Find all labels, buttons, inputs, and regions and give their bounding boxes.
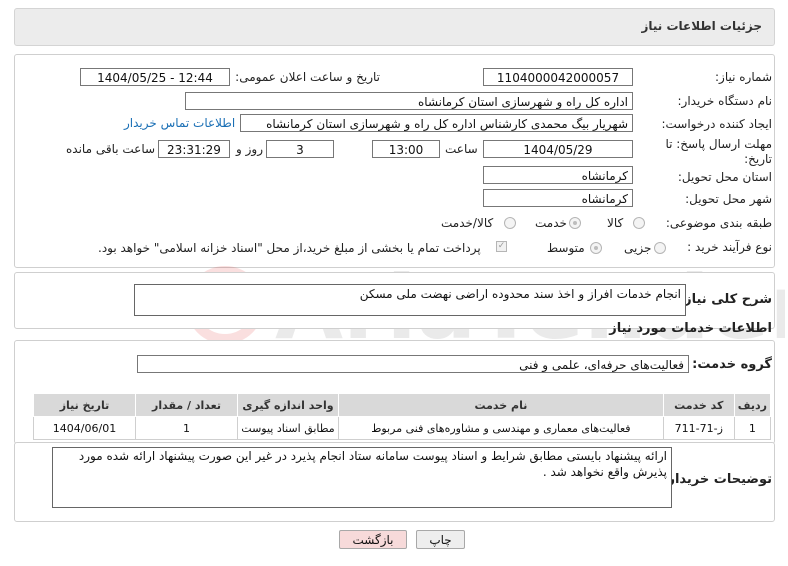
cell-service-code: ز-71-711 bbox=[662, 416, 735, 440]
services-table-header: ردیف کد خدمت نام خدمت واحد اندازه گیری ت… bbox=[33, 393, 772, 417]
services-table: ردیف کد خدمت نام خدمت واحد اندازه گیری ت… bbox=[33, 393, 772, 440]
remaining-time-field[interactable]: 23:31:29 bbox=[158, 140, 230, 158]
cell-row-number: 1 bbox=[733, 416, 772, 440]
buyer-notes-label: توضیحات خریدار: bbox=[662, 472, 772, 487]
category-option-goods: کالا bbox=[607, 216, 624, 230]
process-label: نوع فرآیند خرید : bbox=[687, 240, 772, 254]
col-quantity: تعداد / مقدار bbox=[135, 393, 238, 417]
summary-label: شرح کلی نیاز: bbox=[678, 292, 772, 307]
deadline-label: مهلت ارسال پاسخ: تا تاریخ: bbox=[665, 137, 772, 166]
deadline-time-field[interactable]: 13:00 bbox=[372, 140, 440, 158]
page-title: جزئیات اطلاعات نیاز bbox=[641, 19, 762, 33]
buyer-org-field[interactable]: اداره کل راه و شهرسازی استان کرمانشاه bbox=[185, 92, 633, 110]
process-option-medium: متوسط bbox=[547, 241, 585, 255]
buyer-notes-text: ارائه پیشنهاد بایستی مطابق شرایط و اسناد… bbox=[78, 449, 667, 479]
page-header: جزئیات اطلاعات نیاز bbox=[14, 8, 775, 46]
print-button[interactable]: چاپ bbox=[416, 530, 465, 549]
process-minor-radio[interactable] bbox=[654, 242, 666, 254]
process-medium-radio[interactable] bbox=[590, 242, 602, 254]
category-option-service: خدمت bbox=[535, 216, 567, 230]
province-label: استان محل تحویل: bbox=[677, 170, 772, 184]
cell-need-date: 1404/06/01 bbox=[33, 416, 136, 440]
announce-field[interactable]: 1404/05/25 - 12:44 bbox=[80, 68, 230, 86]
city-field[interactable]: کرمانشاه bbox=[483, 189, 633, 207]
city-label: شهر محل تحویل: bbox=[685, 192, 772, 206]
category-label: طبقه بندی موضوعی: bbox=[665, 216, 772, 230]
buyer-contact-link[interactable]: اطلاعات تماس خریدار bbox=[124, 116, 235, 130]
summary-text: انجام خدمات افراز و اخذ سند محدوده اراضی… bbox=[359, 287, 681, 301]
col-need-date: تاریخ نیاز bbox=[33, 393, 136, 417]
category-option-both: کالا/خدمت bbox=[441, 216, 494, 230]
creator-label: ایجاد کننده درخواست: bbox=[661, 117, 772, 131]
cell-service-name: فعالیت‌های معماری و مهندسی و مشاوره‌های … bbox=[338, 416, 664, 440]
creator-field[interactable]: شهریار بیگ محمدی کارشناس اداره کل راه و … bbox=[240, 114, 633, 132]
col-unit: واحد اندازه گیری bbox=[237, 393, 339, 417]
back-button[interactable]: بازگشت bbox=[339, 530, 407, 549]
need-number-field[interactable]: 1104000042000057 bbox=[483, 68, 633, 86]
col-row-number: ردیف bbox=[733, 393, 772, 417]
cell-unit: مطابق اسناد پیوست bbox=[237, 416, 339, 440]
buyer-notes-textarea[interactable]: ارائه پیشنهاد بایستی مطابق شرایط و اسناد… bbox=[52, 447, 672, 508]
service-group-label: گروه خدمت: bbox=[692, 357, 772, 372]
days-field[interactable]: 3 bbox=[266, 140, 334, 158]
summary-textarea[interactable]: انجام خدمات افراز و اخذ سند محدوده اراضی… bbox=[134, 284, 686, 316]
process-option-minor: جزیی bbox=[624, 241, 652, 255]
treasury-payment-checkbox[interactable]: ✓ bbox=[496, 241, 507, 252]
category-goods-radio[interactable] bbox=[633, 217, 645, 229]
col-service-code: کد خدمت bbox=[662, 393, 735, 417]
cell-quantity: 1 bbox=[135, 416, 238, 440]
days-label: روز و bbox=[236, 142, 263, 156]
need-number-label: شماره نیاز: bbox=[715, 70, 772, 84]
announce-label: تاریخ و ساعت اعلان عمومی: bbox=[235, 70, 380, 84]
deadline-time-label: ساعت bbox=[445, 142, 478, 156]
category-both-radio[interactable] bbox=[504, 217, 516, 229]
deadline-date-field[interactable]: 1404/05/29 bbox=[483, 140, 633, 158]
service-group-field[interactable]: فعالیت‌های حرفه‌ای، علمی و فنی bbox=[137, 355, 689, 373]
remaining-label: ساعت باقی مانده bbox=[66, 142, 156, 156]
province-field[interactable]: کرمانشاه bbox=[483, 166, 633, 184]
table-row: 1 ز-71-711 فعالیت‌های معماری و مهندسی و … bbox=[33, 416, 772, 440]
col-service-name: نام خدمت bbox=[338, 393, 664, 417]
buyer-org-label: نام دستگاه خریدار: bbox=[677, 94, 773, 108]
category-service-radio[interactable] bbox=[569, 217, 581, 229]
services-section-title: اطلاعات خدمات مورد نیاز bbox=[609, 321, 772, 336]
payment-note: پرداخت تمام یا بخشی از مبلغ خرید،از محل … bbox=[98, 241, 481, 255]
